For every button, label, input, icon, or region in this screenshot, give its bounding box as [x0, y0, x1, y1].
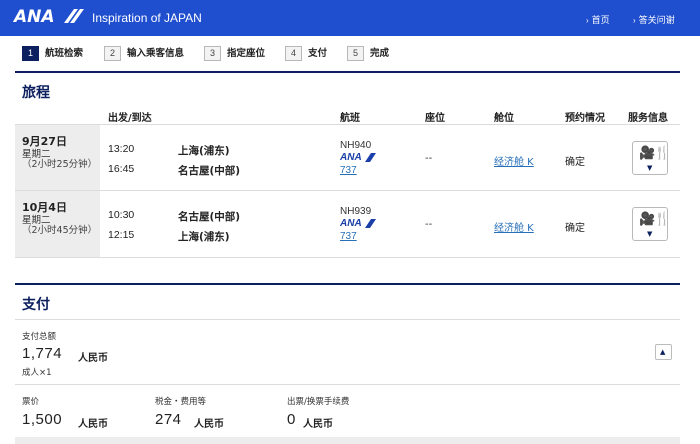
fare-label: 票价: [22, 397, 40, 407]
booking-steps: 1 航班检索 2 输入乘客信息 3 指定座位 4 支付 5 完成: [22, 46, 682, 62]
col-dep-arr: 出发/到达: [108, 113, 152, 124]
service-info-button[interactable]: 🎥 🍴 ▼: [632, 141, 671, 175]
dep-city: 名古屋(中部): [178, 211, 241, 223]
tax-currency: 人民币: [194, 419, 224, 430]
triangle-up-icon: ▲: [660, 348, 666, 356]
tax-amount: 274: [155, 411, 182, 428]
col-booking: 预约情况: [565, 113, 605, 124]
total-currency: 人民币: [78, 353, 108, 364]
camera-icon: 🎥: [639, 212, 656, 227]
airline-logo: ANA: [340, 218, 362, 229]
col-seat: 座位: [425, 113, 445, 124]
fare-currency: 人民币: [78, 419, 108, 430]
fee-label: 出票/换票手续费: [287, 397, 350, 407]
fare-amount: 1,500: [22, 411, 63, 428]
home-link[interactable]: › 首页: [586, 13, 610, 26]
divider: [15, 190, 680, 191]
cabin-link[interactable]: 经济舱 K: [494, 219, 534, 234]
flight-number: NH940: [340, 140, 372, 151]
dep-time: 10:30: [108, 209, 135, 221]
cutlery-icon: 🍴: [654, 146, 671, 161]
seat-value: --: [425, 153, 433, 164]
fee-currency: 人民币: [303, 419, 333, 430]
segment-duration: （2小时45分钟）: [22, 225, 98, 236]
fee-amount: 0: [287, 411, 296, 428]
ana-wing-icon: [365, 219, 376, 228]
tagline: Inspiration of JAPAN: [92, 11, 202, 25]
arr-city: 名古屋(中部): [178, 165, 241, 177]
total-amount: 1,774: [22, 345, 63, 362]
booking-status: 确定: [565, 157, 585, 168]
ana-logo[interactable]: ANA: [14, 7, 55, 27]
divider: [15, 384, 680, 385]
booking-status: 确定: [565, 223, 585, 234]
flight-number: NH939: [340, 206, 372, 217]
chevron-down-icon: ▼: [647, 164, 653, 172]
arr-time: 16:45: [108, 163, 135, 175]
top-bar: ANA Inspiration of JAPAN › 首页 › 答关问谢: [0, 0, 700, 36]
dep-city: 上海(浦东): [178, 145, 230, 157]
divider: [15, 319, 680, 320]
step-5: 5 完成: [347, 46, 389, 62]
aircraft-link[interactable]: 737: [340, 231, 357, 242]
itinerary-rule: [15, 71, 680, 73]
col-cabin: 舱位: [494, 113, 514, 124]
payment-title: 支付: [22, 297, 50, 313]
cutlery-icon: 🍴: [654, 212, 671, 227]
qa-link[interactable]: › 答关问谢: [633, 13, 675, 26]
airline-logo: ANA: [340, 152, 362, 163]
divider: [15, 257, 680, 258]
camera-icon: 🎥: [639, 146, 656, 161]
divider: [15, 124, 680, 125]
dep-time: 13:20: [108, 143, 135, 155]
chevron-right-icon: ›: [633, 16, 636, 25]
step-4: 4 支付: [285, 46, 327, 62]
step-2: 2 输入乘客信息: [104, 46, 184, 62]
arr-city: 上海(浦东): [178, 231, 230, 243]
ana-wing-icon: [365, 153, 376, 162]
collapse-button[interactable]: ▲: [655, 344, 672, 360]
seat-value: --: [425, 219, 433, 230]
passenger-count: 成人×1: [22, 368, 52, 378]
total-label: 支付总额: [22, 332, 57, 342]
arr-time: 12:15: [108, 229, 135, 241]
step-1: 1 航班检索: [22, 46, 83, 62]
payment-rule: [15, 283, 680, 285]
service-info-button[interactable]: 🎥 🍴 ▼: [632, 207, 671, 241]
tax-label: 税金・费用等: [155, 397, 207, 407]
aircraft-link[interactable]: 737: [340, 165, 357, 176]
step-3: 3 指定座位: [204, 46, 265, 62]
bottom-strip: [15, 437, 680, 444]
chevron-down-icon: ▼: [647, 230, 653, 238]
col-flight: 航班: [340, 113, 360, 124]
itinerary-title: 旅程: [22, 85, 50, 101]
col-service: 服务信息: [628, 113, 668, 124]
ana-wing-icon: [64, 9, 84, 23]
segment-duration: （2小时25分钟）: [22, 159, 98, 170]
chevron-right-icon: ›: [586, 16, 589, 25]
cabin-link[interactable]: 经济舱 K: [494, 153, 534, 168]
